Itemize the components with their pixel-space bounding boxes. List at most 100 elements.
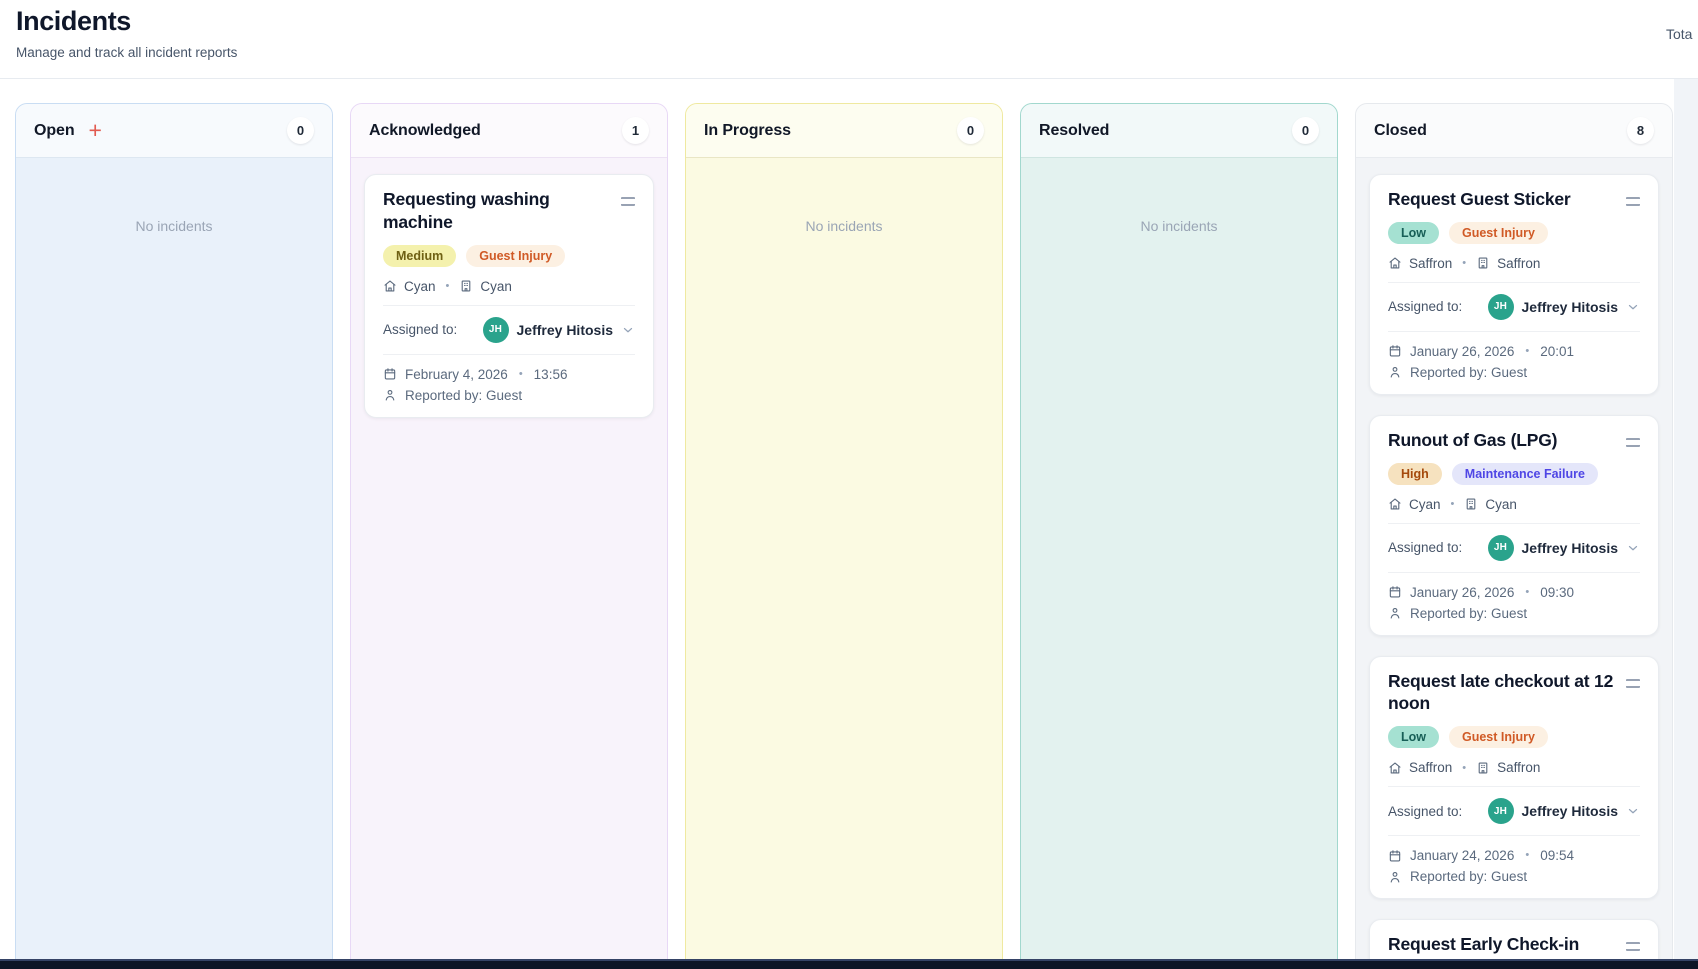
home-name: Cyan — [1409, 497, 1441, 512]
category-badge: Guest Injury — [466, 245, 565, 267]
assigned-row: Assigned to: JH Jeffrey Hitosis — [1388, 798, 1640, 824]
assignee-dropdown[interactable]: JH Jeffrey Hitosis — [1488, 535, 1640, 561]
assignee-name: Jeffrey Hitosis — [1522, 803, 1618, 819]
add-incident-button[interactable]: + — [87, 119, 104, 142]
card-divider — [1388, 331, 1640, 332]
assigned-label: Assigned to: — [383, 322, 457, 337]
column-closed: Closed 8 Request Guest Sticker Low Guest… — [1355, 103, 1673, 969]
calendar-icon — [383, 367, 397, 381]
location-separator-dot: • — [1451, 498, 1455, 510]
column-acknowledged-body: Requesting washing machine Medium Guest … — [351, 158, 667, 969]
building-icon — [1464, 497, 1478, 511]
property-name: Saffron — [1497, 760, 1540, 775]
incident-title: Request Guest Sticker — [1388, 188, 1571, 211]
column-in-progress-label: In Progress — [704, 122, 791, 140]
column-in-progress: In Progress 0 No incidents — [685, 103, 1003, 969]
card-head: Request Early Check-in — [1388, 933, 1640, 956]
date-row: January 24, 2026 • 09:54 — [1388, 847, 1640, 864]
kanban-board: Open + 0 No incidents Acknowledged 1 Req… — [15, 103, 1673, 969]
building-icon — [459, 279, 473, 293]
date-row: January 26, 2026 • 09:30 — [1388, 584, 1640, 601]
card-head: Request late checkout at 12 noon — [1388, 670, 1640, 716]
assignee-dropdown[interactable]: JH Jeffrey Hitosis — [483, 317, 635, 343]
column-resolved: Resolved 0 No incidents — [1020, 103, 1338, 969]
assignee-avatar: JH — [1488, 798, 1514, 824]
date-separator-dot: • — [1525, 847, 1529, 864]
date-row: February 4, 2026 • 13:56 — [383, 366, 635, 383]
chevron-down-icon — [1626, 300, 1640, 314]
category-badge: Maintenance Failure — [1452, 463, 1598, 485]
home-icon — [1388, 256, 1402, 270]
location-separator-dot: • — [1462, 257, 1466, 269]
severity-badge: Medium — [383, 245, 456, 267]
bottom-window-bar — [0, 959, 1698, 969]
column-acknowledged-label: Acknowledged — [369, 122, 481, 140]
property-name: Cyan — [480, 279, 512, 294]
card-meta: February 4, 2026 • 13:56 Reported by: Gu… — [383, 366, 635, 404]
incident-time: 13:56 — [534, 366, 568, 383]
assignee-dropdown[interactable]: JH Jeffrey Hitosis — [1488, 294, 1640, 320]
reported-by: Reported by: Guest — [1410, 868, 1527, 885]
property-name: Saffron — [1497, 256, 1540, 271]
building-icon — [1476, 761, 1490, 775]
column-acknowledged-count-badge: 1 — [622, 117, 649, 144]
severity-badge: Low — [1388, 726, 1439, 748]
category-badge: Guest Injury — [1449, 222, 1548, 244]
drag-handle-icon[interactable] — [1626, 942, 1640, 951]
incident-date: January 26, 2026 — [1410, 584, 1514, 601]
reported-by: Reported by: Guest — [1410, 605, 1527, 622]
chevron-down-icon — [621, 323, 635, 337]
card-head: Runout of Gas (LPG) — [1388, 429, 1640, 452]
home-icon — [1388, 497, 1402, 511]
location-row: Cyan • Cyan — [1388, 497, 1640, 512]
header-divider — [0, 78, 1698, 79]
home-icon — [1388, 761, 1402, 775]
column-in-progress-body: No incidents — [686, 158, 1002, 969]
assigned-row: Assigned to: JH Jeffrey Hitosis — [383, 317, 635, 343]
date-separator-dot: • — [1525, 343, 1529, 360]
drag-handle-icon[interactable] — [1626, 679, 1640, 688]
column-closed-header: Closed 8 — [1356, 104, 1672, 158]
incident-card[interactable]: Request Guest Sticker Low Guest Injury S… — [1369, 174, 1659, 395]
empty-placeholder: No incidents — [699, 218, 989, 234]
incident-card[interactable]: Runout of Gas (LPG) High Maintenance Fai… — [1369, 415, 1659, 636]
incident-time: 09:30 — [1540, 584, 1574, 601]
badge-row: High Maintenance Failure — [1388, 463, 1640, 485]
assigned-row: Assigned to: JH Jeffrey Hitosis — [1388, 535, 1640, 561]
incident-title: Runout of Gas (LPG) — [1388, 429, 1557, 452]
home-name: Saffron — [1409, 760, 1452, 775]
column-open-body: No incidents — [16, 158, 332, 969]
home-icon — [383, 279, 397, 293]
location-row: Cyan • Cyan — [383, 279, 635, 294]
chevron-down-icon — [1626, 541, 1640, 555]
badge-row: Low Guest Injury — [1388, 222, 1640, 244]
person-icon — [1388, 870, 1402, 884]
assignee-dropdown[interactable]: JH Jeffrey Hitosis — [1488, 798, 1640, 824]
calendar-icon — [1388, 344, 1402, 358]
drag-handle-icon[interactable] — [1626, 438, 1640, 447]
column-closed-label: Closed — [1374, 122, 1427, 140]
column-in-progress-header: In Progress 0 — [686, 104, 1002, 158]
category-badge: Guest Injury — [1449, 726, 1548, 748]
column-closed-body: Request Guest Sticker Low Guest Injury S… — [1356, 158, 1672, 969]
page-subtitle: Manage and track all incident reports — [16, 45, 237, 60]
property-name: Cyan — [1485, 497, 1517, 512]
person-icon — [383, 388, 397, 402]
column-acknowledged: Acknowledged 1 Requesting washing machin… — [350, 103, 668, 969]
column-resolved-body: No incidents — [1021, 158, 1337, 969]
assignee-name: Jeffrey Hitosis — [1522, 299, 1618, 315]
reported-by: Reported by: Guest — [1410, 364, 1527, 381]
page-header: Incidents Manage and track all incident … — [16, 6, 237, 60]
reported-row: Reported by: Guest — [1388, 364, 1640, 381]
incident-card[interactable]: Request late checkout at 12 noon Low Gue… — [1369, 656, 1659, 900]
location-row: Saffron • Saffron — [1388, 760, 1640, 775]
column-open-count-badge: 0 — [287, 117, 314, 144]
column-resolved-header: Resolved 0 — [1021, 104, 1337, 158]
scrollbar-track[interactable] — [1674, 79, 1698, 969]
building-icon — [1476, 256, 1490, 270]
drag-handle-icon[interactable] — [1626, 197, 1640, 206]
card-meta: January 26, 2026 • 09:30 Reported by: Gu… — [1388, 584, 1640, 622]
incident-card[interactable]: Requesting washing machine Medium Guest … — [364, 174, 654, 418]
empty-placeholder: No incidents — [29, 218, 319, 234]
drag-handle-icon[interactable] — [621, 197, 635, 206]
